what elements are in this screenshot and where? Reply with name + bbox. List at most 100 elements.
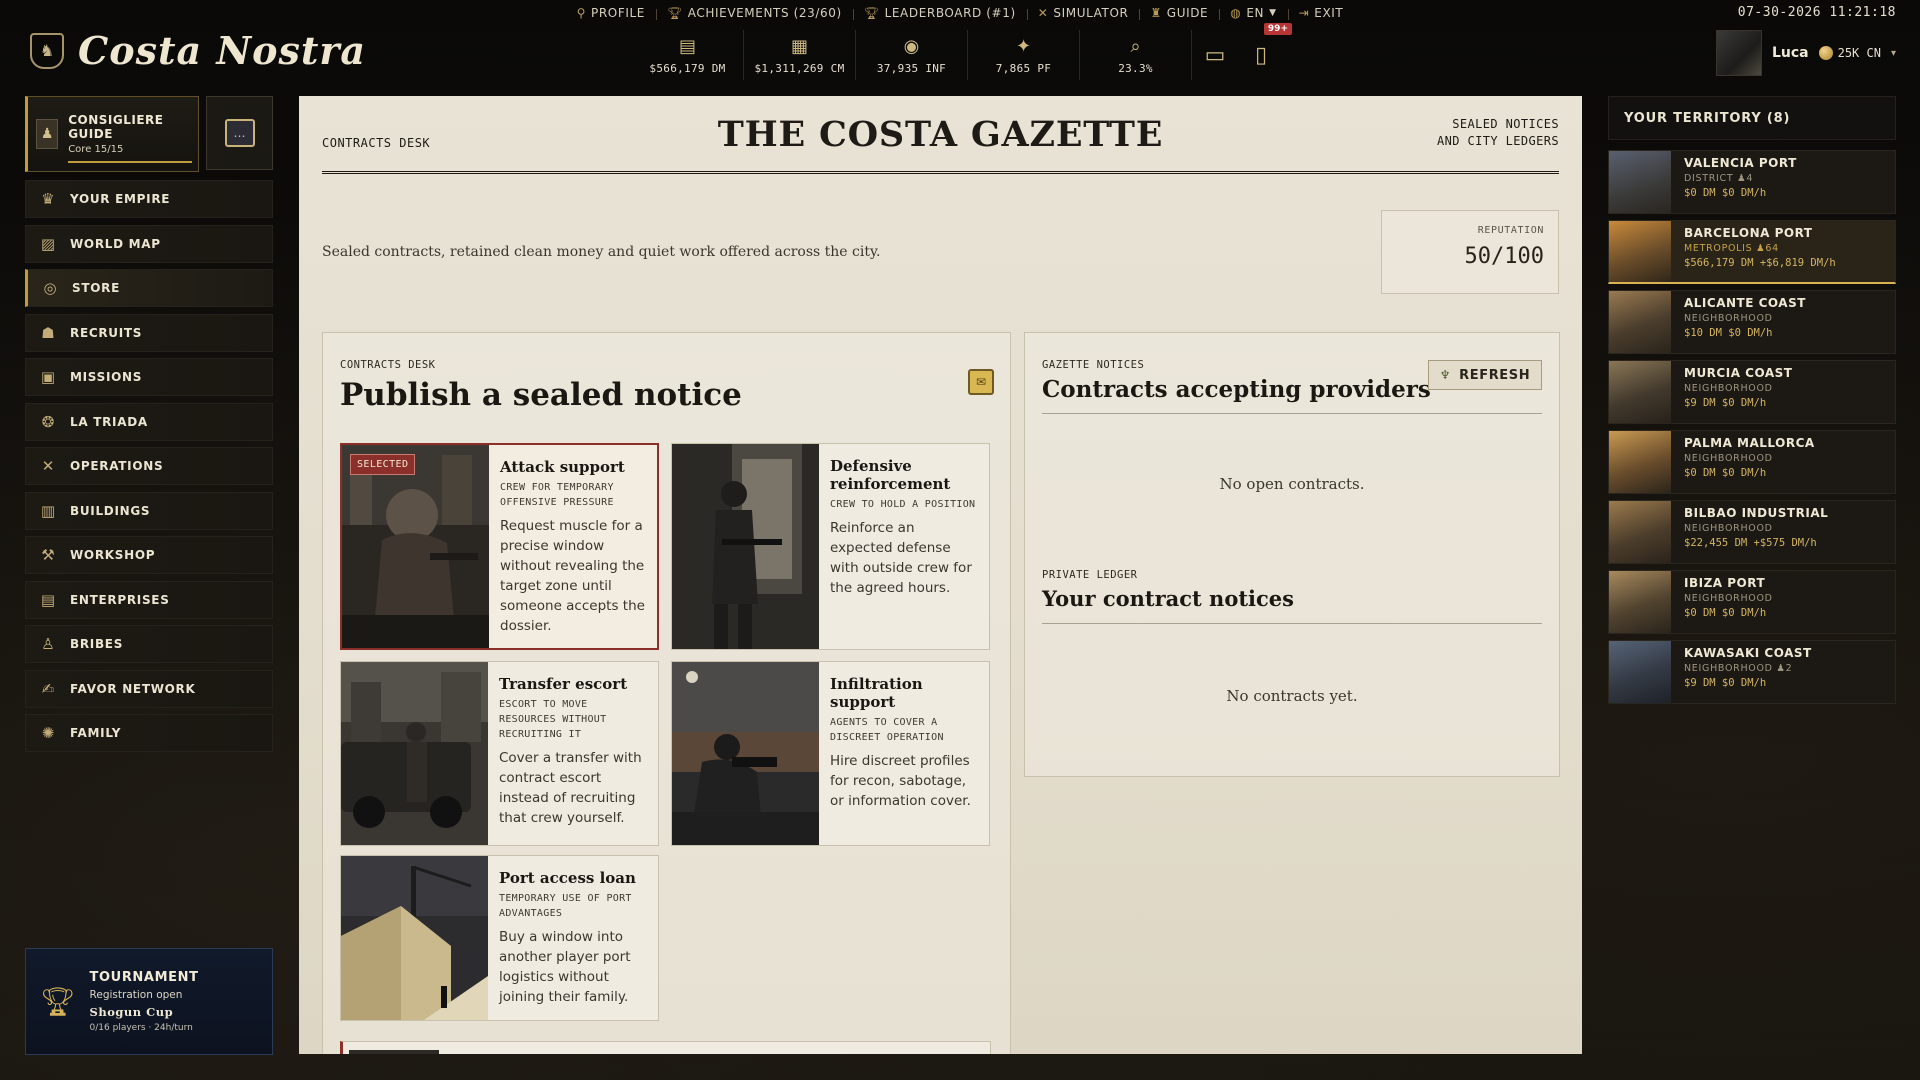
- bribe-icon: ♙: [41, 635, 55, 653]
- territory-thumbnail: [1609, 431, 1671, 493]
- card-subtitle: ESCORT TO MOVE RESOURCES WITHOUT RECRUIT…: [499, 699, 607, 740]
- card-title: Defensive reinforcement: [830, 457, 951, 493]
- territory-item-murcia-coast[interactable]: MURCIA COAST NEIGHBORHOOD $9 DM $0 DM/h: [1608, 360, 1896, 424]
- ledger-kicker: PRIVATE LEDGER: [1042, 569, 1138, 581]
- resource-clean-money[interactable]: ▦ $1,311,269 CM: [744, 30, 856, 80]
- avatar[interactable]: [1715, 30, 1762, 76]
- leaderboard-link[interactable]: 🏆︎ LEADERBOARD (#1): [852, 6, 1027, 20]
- mailbox-button[interactable]: ▭: [1192, 30, 1238, 80]
- chat-icon: …: [224, 119, 255, 147]
- language-select[interactable]: ◍ EN ▼: [1219, 6, 1287, 20]
- card-thumbnail: [349, 1050, 439, 1054]
- territory-title: YOUR TERRITORY (8): [1608, 96, 1896, 140]
- sidebar-item-enterprises[interactable]: ▤ ENTERPRISES: [25, 580, 273, 619]
- consigliere-guide[interactable]: ♟ CONSIGLIERE GUIDE Core 15/15: [25, 96, 199, 172]
- profile-link[interactable]: ⚲ PROFILE: [566, 6, 656, 20]
- resource-heat[interactable]: ⌕ 23.3%: [1080, 30, 1192, 80]
- card-subtitle: AGENTS TO COVER A DISCREET OPERATION: [830, 717, 944, 743]
- simulator-link[interactable]: ✕ SIMULATOR: [1026, 6, 1140, 20]
- infiltration-support-image: [672, 662, 819, 845]
- sidebar-item-missions[interactable]: ▣ MISSIONS: [25, 358, 273, 396]
- username: Luca: [1771, 45, 1809, 61]
- sidebar-item-recruits[interactable]: ☗ RECRUITS: [25, 313, 273, 352]
- refresh-button[interactable]: ♆ REFRESH: [1428, 360, 1542, 390]
- contract-card-partial[interactable]: [340, 1041, 991, 1054]
- achievements-link[interactable]: 🏆︎ ACHIEVEMENTS (23/60): [655, 6, 853, 20]
- sidebar-item-your-empire[interactable]: ♛ YOUR EMPIRE: [25, 180, 273, 218]
- sidebar-item-buildings[interactable]: ▥ BUILDINGS: [25, 491, 273, 530]
- territory-item-alicante-coast[interactable]: ALICANTE COAST NEIGHBORHOOD $10 DM $0 DM…: [1608, 290, 1896, 354]
- card-title: Port access loan: [499, 869, 636, 887]
- territory-item-valencia-port[interactable]: VALENCIA PORT DISTRICT ♟4 $0 DM $0 DM/h: [1608, 150, 1896, 214]
- territory-item-palma-mallorca[interactable]: PALMA MALLORCA NEIGHBORHOOD $0 DM $0 DM/…: [1608, 430, 1896, 494]
- contract-card-port-access-loan[interactable]: Port access loan TEMPORARY USE OF PORT A…: [340, 855, 659, 1021]
- card-description: Reinforce an expected defense with outsi…: [830, 520, 972, 596]
- resource-favor[interactable]: ✦ 7,865 PF: [968, 30, 1080, 80]
- card-title: Transfer escort: [499, 675, 628, 693]
- territory-thumbnail: [1609, 641, 1671, 703]
- attack-support-image: SELECTED: [342, 445, 489, 648]
- tournament-info: 0/16 players · 24h/turn: [89, 1023, 193, 1033]
- ledger-empty: No contracts yet.: [1226, 687, 1358, 705]
- phone-icon: ▯: [1254, 42, 1268, 68]
- sidebar-item-store[interactable]: ◎ STORE: [25, 269, 273, 307]
- cash-icon: ▤: [678, 35, 696, 57]
- territory-thumbnail: [1609, 571, 1671, 633]
- ledger-title: Your contract notices: [1042, 586, 1294, 611]
- chevron-down-icon[interactable]: ▾: [1891, 48, 1896, 59]
- map-icon: ▨: [40, 234, 56, 253]
- sidebar-item-family[interactable]: ✺ FAMILY: [25, 714, 273, 752]
- sealed-letter-icon[interactable]: ✉: [968, 369, 994, 395]
- contract-card-transfer-escort[interactable]: Transfer escort ESCORT TO MOVE RESOURCES…: [340, 661, 659, 846]
- sidebar-item-operations[interactable]: ✕ OPERATIONS: [25, 447, 273, 485]
- notices-panel: GAZETTE NOTICES Contracts accepting prov…: [1024, 332, 1560, 777]
- contract-card-attack-support[interactable]: SELECTED Attack support CREW FOR TEMPORA…: [340, 443, 659, 650]
- port-access-loan-image: [341, 856, 488, 1020]
- contract-card-infiltration-support[interactable]: Infiltration support AGENTS TO COVER A D…: [671, 661, 990, 846]
- resource-dirty-money[interactable]: ▤ $566,179 DM: [632, 30, 744, 80]
- territory-item-barcelona-port[interactable]: BARCELONA PORT METROPOLIS ♟64 $566,179 D…: [1608, 220, 1896, 284]
- guide-link[interactable]: ♜ GUIDE: [1139, 6, 1219, 20]
- exit-link[interactable]: ⇥ EXIT: [1287, 6, 1355, 20]
- crest-icon: ♞: [30, 32, 64, 69]
- sidebar-item-workshop[interactable]: ⚒ WORKSHOP: [25, 536, 273, 574]
- gazette-masthead: CONTRACTS DESK THE COSTA GAZETTE SEALED …: [322, 114, 1559, 174]
- guide-progress: Core 15/15: [68, 144, 124, 155]
- card-description: Buy a window into another player port lo…: [499, 929, 631, 1005]
- sidebar-nav: ♛ YOUR EMPIRE ▨ WORLD MAP ◎ STORE ☗ RECRUITS…: [25, 180, 273, 759]
- tournament-card[interactable]: 🏆︎ TOURNAMENT Registration open Shogun C…: [25, 948, 273, 1055]
- tournament-title: TOURNAMENT: [89, 970, 199, 985]
- sidebar-item-la-triada[interactable]: ❂ LA TRIADA: [25, 402, 273, 441]
- search-icon: ⌕: [1130, 35, 1141, 57]
- resource-influence[interactable]: ◉ 37,935 INF: [856, 30, 968, 80]
- chat-button[interactable]: …: [206, 96, 273, 170]
- publish-panel: CONTRACTS DESK Publish a sealed notice ✉…: [322, 332, 1011, 1054]
- card-title: Infiltration support: [830, 675, 923, 711]
- phone-button[interactable]: ▯ 99+: [1238, 23, 1292, 80]
- datetime: 07-30-2026 11:21:18: [1737, 5, 1896, 20]
- crew-icon: ♟: [1737, 173, 1747, 184]
- user-menu[interactable]: Luca 25K CN ▾: [1715, 30, 1896, 76]
- game-title: Costa Nostra: [78, 28, 367, 73]
- sidebar-item-bribes[interactable]: ♙ BRIBES: [25, 625, 273, 663]
- card-subtitle: CREW FOR TEMPORARY OFFENSIVE PRESSURE: [500, 482, 614, 508]
- resource-bar: ▤ $566,179 DM ▦ $1,311,269 CM ◉ 37,935 INF …: [632, 23, 1292, 80]
- divider: [1042, 623, 1542, 624]
- sidebar-item-world-map[interactable]: ▨ WORLD MAP: [25, 224, 273, 263]
- territory-thumbnail: [1609, 501, 1671, 563]
- selected-badge: SELECTED: [350, 454, 416, 475]
- logo[interactable]: ♞ Costa Nostra: [30, 28, 366, 73]
- chevron-down-icon: ▼: [1269, 8, 1277, 18]
- crew-icon: ♟: [1756, 243, 1766, 254]
- territory-thumbnail: [1609, 221, 1671, 282]
- territory-item-ibiza-port[interactable]: IBIZA PORT NEIGHBORHOOD $0 DM $0 DM/h: [1608, 570, 1896, 634]
- influence-icon: ◉: [903, 35, 920, 57]
- territory-item-kawasaki-coast[interactable]: KAWASAKI COAST NEIGHBORHOOD ♟2 $9 DM $0 …: [1608, 640, 1896, 704]
- sidebar-item-favor-network[interactable]: ✍ FAVOR NETWORK: [25, 669, 273, 708]
- globe-icon: ◍: [1230, 6, 1242, 20]
- territory-item-bilbao-industrial[interactable]: BILBAO INDUSTRIAL NEIGHBORHOOD $22,455 D…: [1608, 500, 1896, 564]
- defensive-reinforcement-image: [672, 444, 819, 649]
- building-icon: ▥: [40, 501, 56, 520]
- contract-card-defensive-reinforcement[interactable]: Defensive reinforcement CREW TO HOLD A P…: [671, 443, 990, 650]
- reputation-label: REPUTATION: [1477, 225, 1544, 236]
